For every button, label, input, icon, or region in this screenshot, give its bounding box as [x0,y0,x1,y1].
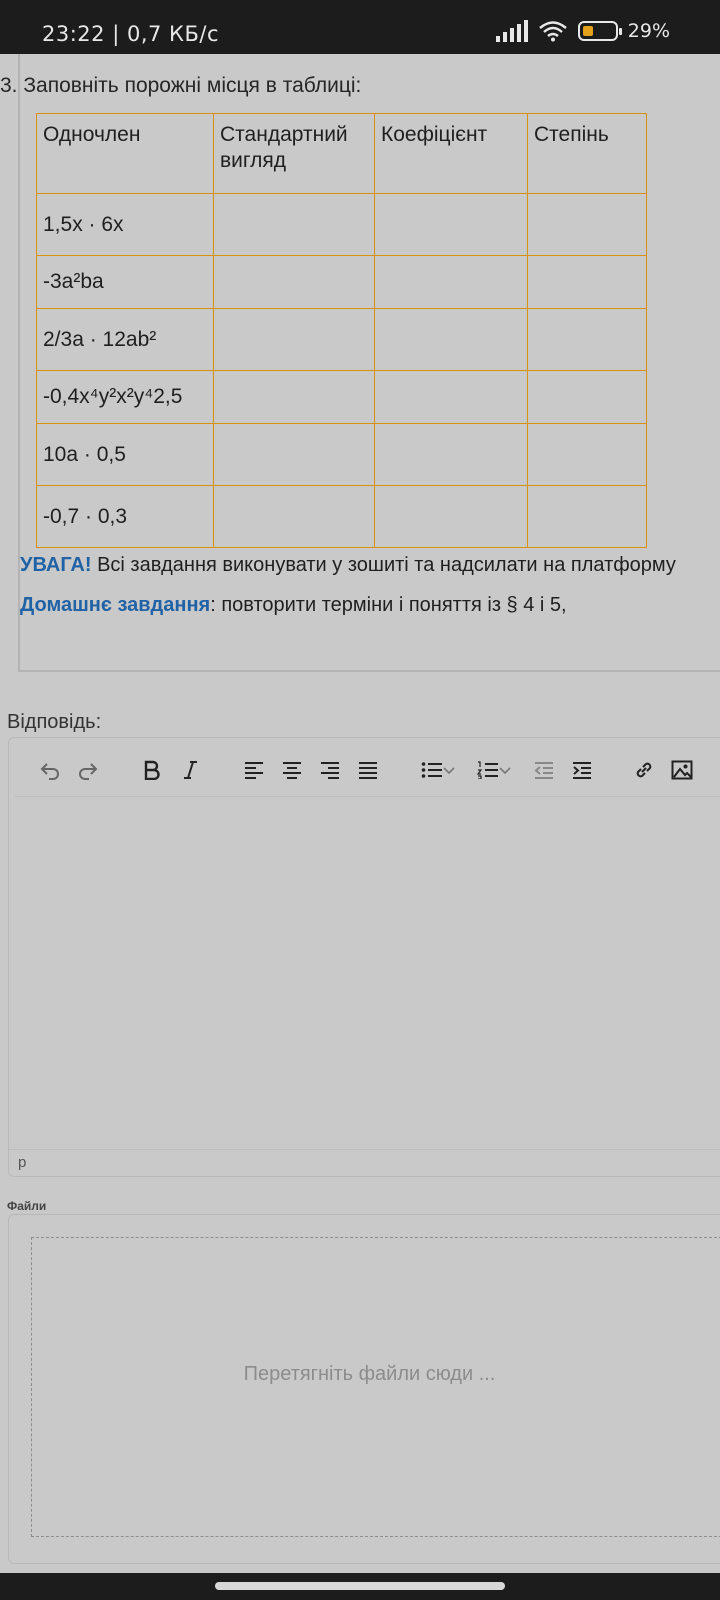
empty-cell [527,485,647,548]
monomial-cell: 1,5x · 6x [36,193,214,256]
align-right-button[interactable] [315,755,345,785]
homework-text: : повторити терміни і поняття із § 4 і 5… [210,594,567,616]
header-standard-form: Стандартний вигляд [213,113,375,194]
empty-cell [213,255,375,309]
table-row: -0,7 · 0,3 [36,485,647,548]
header-degree: Степінь [527,113,647,194]
homework-note: Домашнє завдання: повторити терміни і по… [20,594,567,617]
undo-button[interactable] [35,755,65,785]
monomial-cell: 10a · 0,5 [36,423,214,486]
empty-cell [527,308,647,371]
header-monomial: Одночлен [36,113,214,194]
table-row: 10a · 0,5 [36,423,647,486]
indent-button[interactable] [567,755,597,785]
editor-statusbar: p [9,1149,720,1176]
network-speed: 0,7 КБ/с [126,22,219,46]
warning-label: УВАГА! [20,554,92,576]
status-time: 23:22 | 0,7 КБ/с [42,22,219,46]
table-row: 2/3a · 12ab² [36,308,647,371]
files-label: Файли [7,1199,47,1213]
image-button[interactable] [667,755,697,785]
monomial-cell: -0,7 · 0,3 [36,485,214,548]
task-title: 3. Заповніть порожні місця в таблиці: [0,74,362,97]
bold-button[interactable] [137,755,167,785]
bold-icon [144,760,160,780]
files-panel: Перетягніть файли сюди ... [8,1214,720,1564]
empty-cell [213,308,375,371]
warning-note: УВАГА! Всі завдання виконувати у зошиті … [20,554,676,577]
empty-cell [374,423,528,486]
dropzone-text: Перетягніть файли сюди ... [243,1363,496,1385]
empty-cell [527,255,647,309]
empty-cell [213,370,375,424]
element-path: p [18,1154,27,1171]
clock: 23:22 [42,22,106,46]
answer-editor: p [8,737,720,1177]
monomial-cell: -0,4x⁴y²x²y⁴2,5 [36,370,214,424]
monomial-cell: -3a²ba [36,255,214,309]
status-separator: | [112,22,120,46]
empty-cell [527,370,647,424]
redo-icon [79,763,98,780]
wifi-icon [538,21,567,42]
editor-toolbar [15,744,720,797]
align-justify-button[interactable] [353,755,383,785]
empty-cell [374,193,528,256]
empty-cell [213,485,375,548]
bullet-list-icon [421,762,442,778]
align-right-icon [321,762,339,779]
outdent-button[interactable] [529,755,559,785]
undo-icon [40,763,59,780]
empty-cell [374,255,528,309]
chevron-down-icon [499,767,511,775]
status-icons: 29% [495,20,670,42]
signal-icon [495,20,528,42]
empty-cell [374,485,528,548]
align-left-button[interactable] [239,755,269,785]
numbered-list-button[interactable] [471,755,517,785]
monomial-cell: 2/3a · 12ab² [36,308,214,371]
editor-text-area[interactable] [9,798,720,1156]
empty-cell [213,423,375,486]
monomial-table: Одночлен Стандартний вигляд Коефіцієнт С… [36,113,647,548]
link-button[interactable] [629,755,659,785]
numbered-list-icon [477,761,498,779]
image-icon [671,760,693,780]
align-justify-icon [359,762,377,779]
status-bar: 23:22 | 0,7 КБ/с 29% [0,0,720,54]
indent-icon [573,762,591,779]
homework-label: Домашнє завдання [20,594,211,616]
warning-text: Всі завдання виконувати у зошиті та надс… [91,554,676,576]
align-center-button[interactable] [277,755,307,785]
battery-icon [577,21,622,41]
home-gesture-handle[interactable] [215,1582,505,1590]
answer-label: Відповідь: [7,711,102,733]
empty-cell [213,193,375,256]
table-row: -3a²ba [36,255,647,309]
navigation-bar [0,1573,720,1600]
file-dropzone[interactable]: Перетягніть файли сюди ... [31,1237,720,1537]
link-icon [636,762,652,778]
italic-button[interactable] [175,755,205,785]
empty-cell [527,423,647,486]
outdent-icon [534,762,553,779]
bullet-list-button[interactable] [415,755,461,785]
align-center-icon [283,762,301,779]
align-left-icon [245,762,263,779]
empty-cell [374,308,528,371]
table-row: -0,4x⁴y²x²y⁴2,5 [36,370,647,424]
empty-cell [374,370,528,424]
italic-icon [184,761,197,779]
battery-percent: 29% [627,20,670,42]
chevron-down-icon [443,767,455,775]
table-header-row: Одночлен Стандартний вигляд Коефіцієнт С… [36,113,647,194]
header-coefficient: Коефіцієнт [374,113,528,194]
table-row: 1,5x · 6x [36,193,647,256]
empty-cell [527,193,647,256]
redo-button[interactable] [73,755,103,785]
